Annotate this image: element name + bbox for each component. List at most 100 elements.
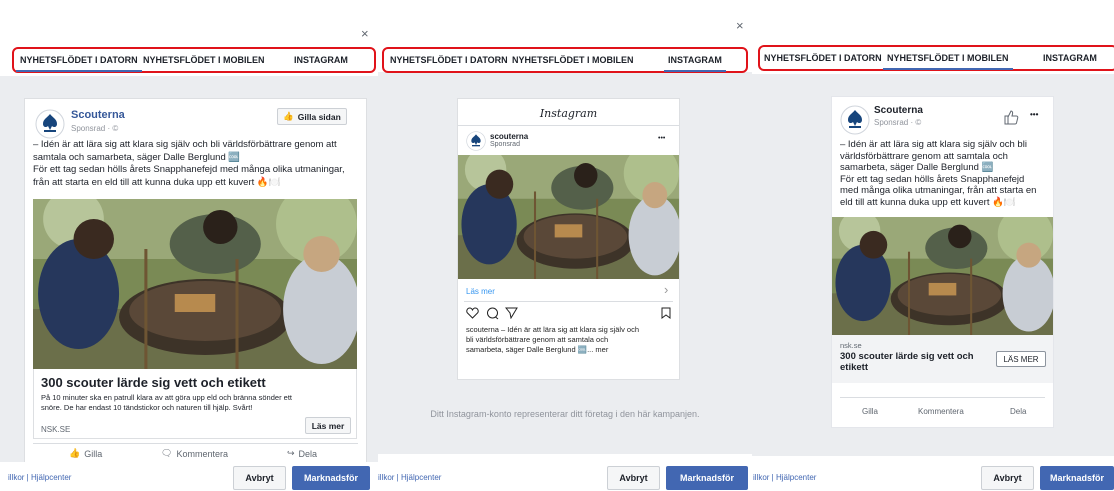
cancel-button[interactable]: Avbryt [233,466,286,490]
dialog-footer: illkor | Hjälpcenter Avbryt Marknadsför [0,462,378,491]
like-action[interactable]: 👍 Gilla [69,448,102,459]
placement-tabs: NYHETSFLÖDET I DATORN NYHETSFLÖDET I MOB… [758,45,1114,71]
thumbs-up-icon: 👍 [283,111,294,121]
tab-mobile-feed[interactable]: NYHETSFLÖDET I MOBILEN [143,55,265,65]
tab-desktop-feed[interactable]: NYHETSFLÖDET I DATORN [16,55,142,72]
ad-description: På 10 minuter ska en patrull klara av at… [41,393,351,413]
like-page-button[interactable]: 👍 Gilla sidan [277,108,347,125]
ad-text-line: För ett tag sedan hölls årets Snapphanef… [840,173,1025,185]
comment-icon[interactable] [486,307,499,320]
like-action[interactable]: Gilla [862,407,878,416]
link-domain: NSK.SE [41,425,71,434]
share-action[interactable]: Dela [1010,407,1026,416]
footer-links[interactable]: illkor | Hjälpcenter [8,473,71,482]
tab-desktop-feed[interactable]: NYHETSFLÖDET I DATORN [390,55,508,65]
ad-text-line: samarbeta, säger Dalle Berglund 🆒 [840,162,994,173]
instagram-account-notice: Ditt Instagram-konto representerar ditt … [430,409,700,419]
ad-photo[interactable] [458,155,679,279]
more-options-icon[interactable]: ••• [658,135,665,142]
headline-line: etikett [840,362,868,373]
description-line: På 10 minuter ska en patrull klara av at… [41,393,292,402]
share-action[interactable]: ↪ Dela [287,448,317,459]
ad-primary-text: – Idén är att lära sig att klara sig sjä… [840,139,1052,208]
ad-photo[interactable] [33,199,357,369]
tab-mobile-feed[interactable]: NYHETSFLÖDET I MOBILEN [883,53,1012,70]
ad-text-line: från att starta en eld till att kunna du… [33,176,281,188]
comment-action[interactable]: Kommentera [918,407,964,416]
page-name[interactable]: Scouterna [71,109,125,121]
placement-tabs: NYHETSFLÖDET I DATORN NYHETSFLÖDET I MOB… [12,47,376,73]
ad-text-line: För ett tag sedan hölls årets Snapphanef… [33,164,345,175]
share-icon: ↪ [287,448,295,458]
comment-action[interactable]: 🗨 Kommentera [161,448,228,459]
mobile-preview-panel: NYHETSFLÖDET I DATORN NYHETSFLÖDET I MOB… [752,0,1114,491]
close-icon[interactable]: × [361,26,369,41]
ad-headline[interactable]: 300 scouter lärde sig vett och etikett [840,351,974,373]
thumbs-up-icon[interactable] [1003,109,1019,125]
chevron-right-icon: › [664,282,669,297]
bookmark-icon[interactable] [661,307,671,319]
link-domain: nsk.se [840,341,862,350]
tab-instagram[interactable]: INSTAGRAM [1043,53,1097,63]
footer-links[interactable]: illkor | Hjälpcenter [378,473,441,482]
divider [33,443,358,444]
caption-line: samarbeta, säger Dalle Berglund 🆒... mer [466,345,609,354]
comment-icon: 🗨 [161,448,173,458]
tab-desktop-feed[interactable]: NYHETSFLÖDET I DATORN [764,53,882,63]
cta-button[interactable]: LÄS MER [996,351,1046,367]
learn-more-link[interactable]: Läs mer [466,287,495,296]
divider [458,125,679,126]
footer-links[interactable]: illkor | Hjälpcenter [753,473,816,482]
ad-headline[interactable]: 300 scouter lärde sig vett och etikett [41,375,266,390]
ad-text-line: eld till att kunna duka upp ett kuvert 🔥… [840,196,1016,208]
cancel-button[interactable]: Avbryt [981,466,1034,490]
instagram-logo: Instagram [539,107,598,120]
heart-icon[interactable] [466,307,479,319]
cancel-button[interactable]: Avbryt [607,466,660,490]
instagram-preview-panel: × NYHETSFLÖDET I DATORN NYHETSFLÖDET I M… [378,0,752,491]
share-label: Dela [298,448,318,459]
ad-photo[interactable] [832,217,1053,335]
description-line: snöre. De har endast 10 tändstickor och … [41,403,253,412]
tab-mobile-feed[interactable]: NYHETSFLÖDET I MOBILEN [512,55,634,65]
more-options-icon[interactable]: ••• [1030,110,1038,119]
headline-line: 300 scouter lärde sig vett och [840,351,974,362]
promote-button[interactable]: Marknadsför [666,466,748,490]
scouterna-logo-icon [35,109,65,139]
scouterna-logo-icon [840,105,870,135]
divider [464,301,673,302]
desktop-ad-card: Scouterna Sponsrad · © 👍 Gilla sidan – I… [24,98,367,478]
caption-line: scouterna – Idén är att lära sig att kla… [466,325,640,334]
caption: scouterna – Idén är att lära sig att kla… [466,325,678,355]
mobile-ad-card: Scouterna Sponsrad · © ••• – Idén är att… [831,96,1054,428]
thumbs-up-outline-icon: 👍 [69,448,81,458]
promote-button[interactable]: Marknadsför [292,466,370,490]
ad-text-line: samtala och samarbeta, säger Dalle Bergl… [33,151,241,163]
dialog-footer: illkor | Hjälpcenter Avbryt Marknadsför [378,462,752,491]
like-label: Gilla [84,448,103,459]
scouterna-logo-icon [466,131,486,151]
desktop-preview-panel: × NYHETSFLÖDET I DATORN NYHETSFLÖDET I M… [0,0,378,491]
ad-primary-text: – Idén är att lära sig att klara sig sjä… [33,139,363,189]
account-name[interactable]: scouterna [490,132,528,141]
caption-line: bli världsförbättrare genom att samtala … [466,335,609,344]
cta-button[interactable]: Läs mer [305,417,351,434]
sponsored-label: Sponsrad [490,141,520,148]
sponsored-label: Sponsrad · © [71,124,119,133]
placement-tabs: NYHETSFLÖDET I DATORN NYHETSFLÖDET I MOB… [382,47,748,73]
page-name[interactable]: Scouterna [874,105,923,116]
divider [840,397,1045,398]
close-icon[interactable]: × [736,18,744,33]
dialog-footer: illkor | Hjälpcenter Avbryt Marknadsför [752,462,1114,491]
comment-label: Kommentera [176,448,228,459]
instagram-ad-card: Instagram scouterna Sponsrad ••• Läs mer… [457,98,680,380]
ad-text-line: – Idén är att lära sig att klara sig sjä… [840,139,1027,150]
like-page-label: Gilla sidan [297,111,341,122]
promote-button[interactable]: Marknadsför [1040,466,1114,490]
tab-instagram[interactable]: INSTAGRAM [664,55,726,72]
ad-text-line: med många olika utmaningar, från att sta… [840,185,1037,196]
sponsored-label: Sponsrad · © [874,118,922,127]
ad-text-line: världsförbättrare genom att samtala och [840,150,1008,162]
send-icon[interactable] [505,307,518,319]
tab-instagram[interactable]: INSTAGRAM [294,55,348,65]
